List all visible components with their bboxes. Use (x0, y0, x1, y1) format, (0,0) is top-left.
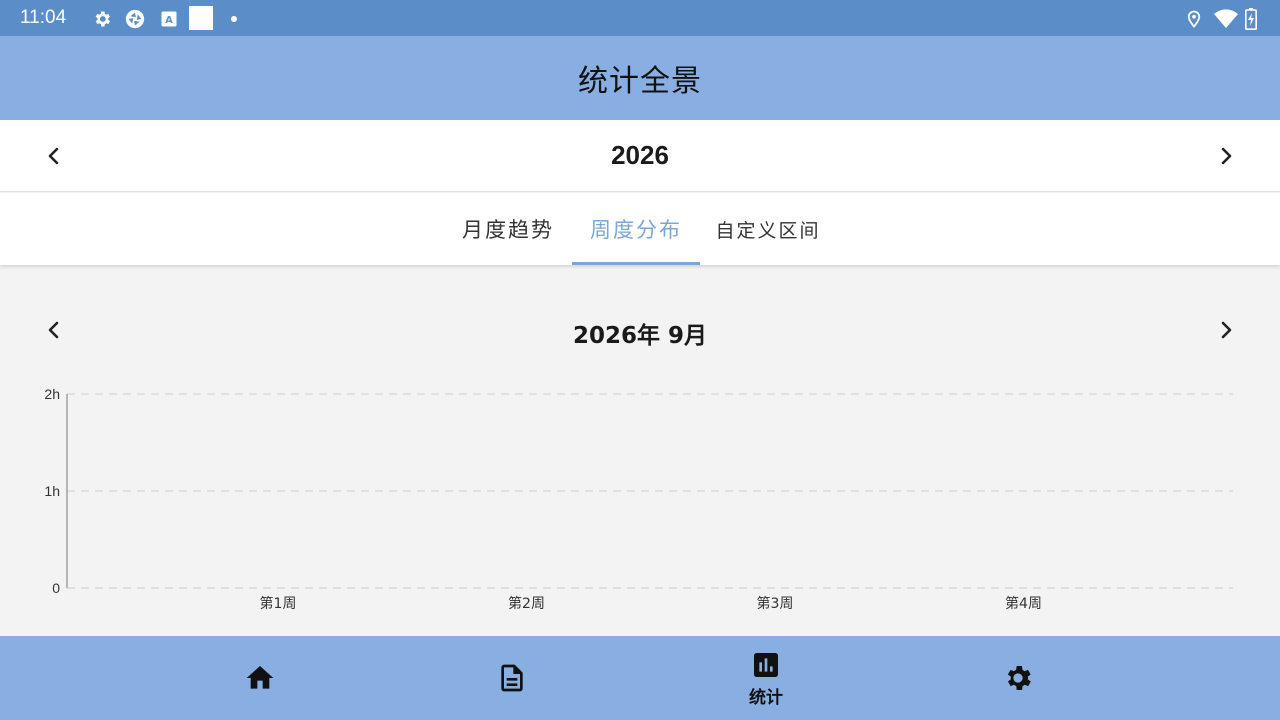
nav-statistics[interactable]: 统计 (706, 636, 826, 720)
month-label: 2026年 9月 (572, 323, 708, 349)
chevron-right-icon (1221, 147, 1232, 165)
nav-settings[interactable] (958, 636, 1078, 720)
weekly-bar-chart: 0 1h 2h 第1周 第2周 第3周 第4周 (44, 386, 1233, 612)
status-time: 11:04 (20, 7, 67, 28)
weekly-chart: 0 1h 2h 第1周 第2周 第3周 第4周 (0, 370, 1280, 620)
bar-chart-icon (754, 652, 778, 677)
battery-icon (1243, 8, 1259, 30)
chevron-right-icon (1221, 321, 1232, 339)
x-tick-label: 第2周 (508, 595, 545, 612)
square-icon (189, 6, 213, 30)
home-icon (246, 666, 274, 689)
y-tick-label: 0 (52, 580, 60, 596)
status-bar: 11:04 A (0, 0, 1280, 36)
tab-custom-range[interactable]: 自定义区间 (700, 193, 836, 265)
wifi-icon (1213, 8, 1239, 30)
next-year-button[interactable] (1212, 142, 1240, 170)
tab-weekly-distribution[interactable]: 周度分布 (572, 193, 700, 265)
next-month-button[interactable] (1212, 316, 1240, 344)
nav-label: 统计 (749, 687, 783, 708)
app-bar: 统计全景 (0, 36, 1280, 120)
x-tick-label: 第4周 (1005, 595, 1042, 612)
month-selector: 2026年 9月 (0, 306, 1280, 354)
y-tick-label: 2h (44, 386, 60, 402)
font-icon: A (158, 8, 180, 30)
active-tab-indicator (572, 262, 700, 265)
location-icon (1183, 8, 1205, 30)
gear-icon (1007, 666, 1031, 690)
year-selector: 2026 (0, 120, 1280, 192)
svg-text:A: A (165, 15, 173, 26)
y-tick-label: 1h (44, 483, 60, 499)
x-tick-label: 第1周 (260, 595, 297, 612)
document-icon (501, 664, 523, 692)
sync-icon (124, 8, 146, 30)
bottom-navigation: 统计 (0, 636, 1280, 720)
tab-label: 自定义区间 (715, 219, 821, 242)
tab-label: 周度分布 (590, 218, 682, 242)
tab-monthly-trend[interactable]: 月度趋势 (444, 193, 572, 265)
nav-records[interactable] (452, 636, 572, 720)
dot-icon (223, 8, 245, 30)
page-title: 统计全景 (578, 64, 702, 99)
settings-icon (91, 8, 113, 30)
tab-bar: 月度趋势 周度分布 自定义区间 (0, 193, 1280, 265)
x-tick-label: 第3周 (757, 595, 794, 612)
nav-home[interactable] (200, 636, 320, 720)
tab-label: 月度趋势 (462, 218, 554, 242)
year-label: 2026 (611, 140, 669, 170)
